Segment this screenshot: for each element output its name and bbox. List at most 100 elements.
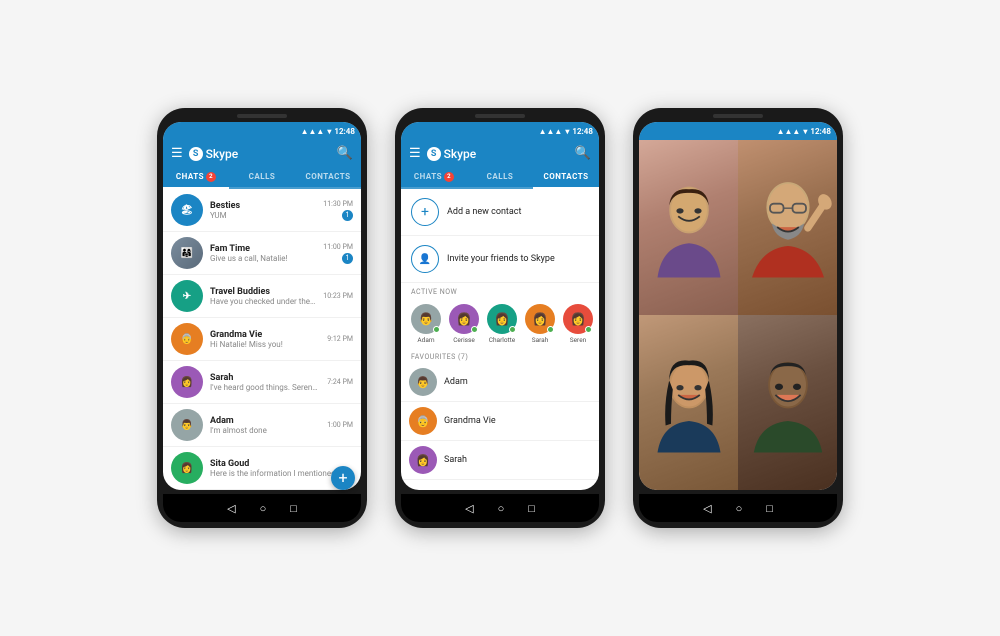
chat-name-grandma: Grandma Vie xyxy=(210,330,320,340)
phone-screen-2: ▲▲▲ ▾ 12:48 ☰ S Skype 🔍 CHATS2 CALLS xyxy=(401,122,599,490)
add-contact-action[interactable]: + Add a new contact xyxy=(401,189,599,236)
skype-logo-2: S Skype xyxy=(427,147,477,161)
chat-meta-sarah: 7:24 PM xyxy=(327,378,353,386)
active-seren-wrap: 👩 xyxy=(563,304,593,334)
chat-item-besties[interactable]: 🏖 Besties YUM 11:30 PM 1 xyxy=(163,189,361,232)
fav-name-adam: Adam xyxy=(444,377,468,387)
video-grid xyxy=(639,140,837,490)
tab-contacts-2[interactable]: CONTACTS xyxy=(533,167,599,187)
tabs-2: CHATS2 CALLS CONTACTS xyxy=(401,167,599,189)
active-seren[interactable]: 👩 Seren xyxy=(561,304,595,344)
hamburger-menu-2[interactable]: ☰ xyxy=(409,146,421,161)
wifi-icon: ▾ xyxy=(327,127,331,136)
phone-nav-3: ◁ ○ □ xyxy=(639,494,837,522)
fav-item-sarah[interactable]: 👩 Sarah xyxy=(401,441,599,480)
online-dot-cerisse xyxy=(471,326,478,333)
chat-name-adam: Adam xyxy=(210,416,320,426)
recents-button-3[interactable]: □ xyxy=(766,502,773,515)
online-dot-sarah xyxy=(547,326,554,333)
search-button-1[interactable]: 🔍 xyxy=(337,146,353,161)
chat-name-besties: Besties xyxy=(210,201,316,211)
chat-item-famtime[interactable]: 👨‍👩‍👧 Fam Time Give us a call, Natalie! … xyxy=(163,232,361,275)
chat-preview-sarah: I've heard good things. Serena said she.… xyxy=(210,383,320,392)
app-header-2: ☰ S Skype 🔍 xyxy=(401,140,599,167)
invite-label: Invite your friends to Skype xyxy=(447,254,555,264)
avatar-grandma: 👵 xyxy=(171,323,203,355)
skype-title-2: Skype xyxy=(444,147,477,161)
fab-button-1[interactable]: + xyxy=(331,466,355,490)
invite-icon: 👤 xyxy=(411,245,439,273)
active-cerisse-wrap: 👩 xyxy=(449,304,479,334)
chat-name-famtime: Fam Time xyxy=(210,244,316,254)
phone-2: ▲▲▲ ▾ 12:48 ☰ S Skype 🔍 CHATS2 CALLS xyxy=(395,108,605,528)
chat-preview-grandma: Hi Natalie! Miss you! xyxy=(210,340,320,349)
status-bar-2: ▲▲▲ ▾ 12:48 xyxy=(401,122,599,140)
chat-time-sarah: 7:24 PM xyxy=(327,378,353,386)
phone-speaker-2 xyxy=(475,114,525,118)
home-button-3[interactable]: ○ xyxy=(736,502,743,515)
chat-preview-adam: I'm almost done xyxy=(210,426,320,435)
chat-item-adam[interactable]: 👨 Adam I'm almost done 1:00 PM xyxy=(163,404,361,447)
chat-item-sarah[interactable]: 👩 Sarah I've heard good things. Serena s… xyxy=(163,361,361,404)
home-button-1[interactable]: ○ xyxy=(260,502,267,515)
tab-calls-2[interactable]: CALLS xyxy=(467,167,533,187)
phone-3: ▲▲▲ ▾ 12:48 xyxy=(633,108,843,528)
active-adam-wrap: 👨 xyxy=(411,304,441,334)
signal-icon: ▲▲▲ xyxy=(301,127,325,136)
phone-screen-3: ▲▲▲ ▾ 12:48 xyxy=(639,122,837,490)
active-name-sarah: Sarah xyxy=(523,336,557,344)
video-bottomright-bg xyxy=(738,315,837,490)
active-name-seren: Seren xyxy=(561,336,595,344)
home-button-2[interactable]: ○ xyxy=(498,502,505,515)
tab-calls-1[interactable]: CALLS xyxy=(229,167,295,187)
chat-info-sita: Sita Goud Here is the information I ment… xyxy=(210,459,346,478)
chat-name-sita: Sita Goud xyxy=(210,459,346,469)
invite-action[interactable]: 👤 Invite your friends to Skype xyxy=(401,236,599,283)
chat-time-grandma: 9:12 PM xyxy=(327,335,353,343)
add-contact-label: Add a new contact xyxy=(447,207,521,217)
chat-item-grandma[interactable]: 👵 Grandma Vie Hi Natalie! Miss you! 9:12… xyxy=(163,318,361,361)
recents-button-2[interactable]: □ xyxy=(528,502,535,515)
active-cerisse[interactable]: 👩 Cerisse xyxy=(447,304,481,344)
phone-screen-1: ▲▲▲ ▾ 12:48 ☰ S Skype 🔍 CHATS2 CALLS xyxy=(163,122,361,490)
back-button-3[interactable]: ◁ xyxy=(703,502,711,515)
phone-1: ▲▲▲ ▾ 12:48 ☰ S Skype 🔍 CHATS2 CALLS xyxy=(157,108,367,528)
fav-avatar-grandma: 👵 xyxy=(409,407,437,435)
status-time: 12:48 xyxy=(334,127,355,136)
online-dot-seren xyxy=(585,326,592,333)
chat-time-travel: 10:23 PM xyxy=(323,292,353,300)
unread-famtime: 1 xyxy=(342,253,353,264)
search-button-2[interactable]: 🔍 xyxy=(575,146,591,161)
tab-chats-2[interactable]: CHATS2 xyxy=(401,167,467,187)
hamburger-menu-1[interactable]: ☰ xyxy=(171,146,183,161)
chat-time-besties: 11:30 PM xyxy=(323,200,353,208)
active-adam[interactable]: 👨 Adam xyxy=(409,304,443,344)
chat-item-travel[interactable]: ✈ Travel Buddies Have you checked under … xyxy=(163,275,361,318)
avatar-travel: ✈ xyxy=(171,280,203,312)
fav-item-adam[interactable]: 👨 Adam xyxy=(401,363,599,402)
avatar-sita: 👩 xyxy=(171,452,203,484)
tab-chats-1[interactable]: CHATS2 xyxy=(163,167,229,187)
recents-button-1[interactable]: □ xyxy=(290,502,297,515)
chat-meta-besties: 11:30 PM 1 xyxy=(323,200,353,221)
chat-info-grandma: Grandma Vie Hi Natalie! Miss you! xyxy=(210,330,320,349)
chat-info-adam: Adam I'm almost done xyxy=(210,416,320,435)
chat-meta-adam: 1:00 PM xyxy=(327,421,353,429)
favourites-label: FAVOURITES (7) xyxy=(401,349,599,363)
person-topleft-svg xyxy=(644,178,734,278)
chat-info-besties: Besties YUM xyxy=(210,201,316,220)
active-sarah-c[interactable]: 👩 Sarah xyxy=(523,304,557,344)
active-charlotte[interactable]: 👩 Charlotte xyxy=(485,304,519,344)
back-button-1[interactable]: ◁ xyxy=(227,502,235,515)
avatar-sarah: 👩 xyxy=(171,366,203,398)
fav-item-grandma[interactable]: 👵 Grandma Vie xyxy=(401,402,599,441)
fav-name-grandma: Grandma Vie xyxy=(444,416,496,426)
chat-list-1: 🏖 Besties YUM 11:30 PM 1 👨‍👩‍👧 Fam Time … xyxy=(163,189,361,490)
chat-info-travel: Travel Buddies Have you checked under th… xyxy=(210,287,316,306)
status-bar-3: ▲▲▲ ▾ 12:48 xyxy=(639,122,837,140)
tab-contacts-1[interactable]: CONTACTS xyxy=(295,167,361,187)
chat-item-sita[interactable]: 👩 Sita Goud Here is the information I me… xyxy=(163,447,361,490)
avatar-adam: 👨 xyxy=(171,409,203,441)
back-button-2[interactable]: ◁ xyxy=(465,502,473,515)
fav-avatar-sarah: 👩 xyxy=(409,446,437,474)
